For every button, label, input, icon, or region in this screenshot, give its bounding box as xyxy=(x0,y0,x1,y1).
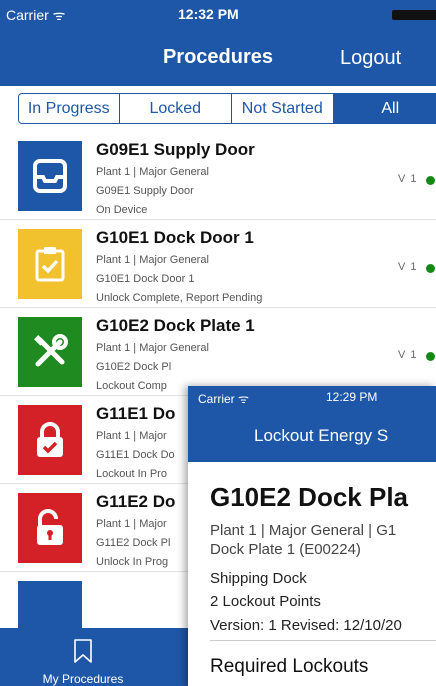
procedure-description: G09E1 Supply Door xyxy=(96,185,194,197)
bookmark-icon xyxy=(74,639,92,663)
procedure-plant: Plant 1 | Major General xyxy=(96,254,209,266)
procedure-tile xyxy=(18,493,82,563)
battery-icon xyxy=(392,10,436,20)
procedure-tile xyxy=(18,317,82,387)
tab-label: My Procedures xyxy=(42,672,124,686)
procedure-version: V 1 xyxy=(398,349,418,361)
filter-bar: In Progress Locked Not Started All xyxy=(0,86,436,132)
procedure-description: G10E1 Dock Door 1 xyxy=(96,273,195,285)
procedure-status: Lockout Comp xyxy=(96,380,167,392)
sync-status-dot xyxy=(426,264,435,273)
procedure-tile xyxy=(18,405,82,475)
filter-all[interactable]: All xyxy=(333,94,436,123)
procedure-description: G11E1 Dock Do xyxy=(96,449,175,461)
sync-status-dot xyxy=(426,176,435,185)
detail-divider xyxy=(210,640,436,641)
procedure-detail-panel: Carrier ᯤ 12:29 PM Lockout Energy S G10E… xyxy=(188,386,436,686)
detail-location: Shipping Dock xyxy=(210,570,307,587)
detail-plant-line: Plant 1 | Major General | G1 xyxy=(210,522,397,539)
procedure-description: G11E2 Dock Pl xyxy=(96,537,171,549)
procedure-plant: Plant 1 | Major General xyxy=(96,342,209,354)
detail-status-bar: Carrier ᯤ 12:29 PM xyxy=(188,386,436,410)
procedure-title: G11E1 Do xyxy=(96,404,176,423)
clipboard-check-icon xyxy=(35,247,65,282)
carrier-label: Carrier ᯤ xyxy=(6,7,66,23)
tab-my-procedures[interactable]: My Procedures xyxy=(0,628,188,686)
filter-in-progress[interactable]: In Progress xyxy=(19,94,120,123)
detail-carrier-label: Carrier ᯤ xyxy=(198,392,249,406)
sync-status-dot xyxy=(426,352,435,361)
status-bar: Carrier ᯤ 12:32 PM xyxy=(0,0,436,30)
detail-nav-title: Lockout Energy S xyxy=(254,426,389,445)
procedure-plant: Plant 1 | Major General xyxy=(96,166,209,178)
procedure-status: Unlock Complete, Report Pending xyxy=(96,292,263,304)
required-lockouts-heading: Required Lockouts xyxy=(210,656,369,677)
lock-check-icon xyxy=(37,422,63,457)
procedure-tile xyxy=(18,581,82,628)
detail-nav-bar: Lockout Energy S xyxy=(188,410,436,462)
procedure-title: G11E2 Do xyxy=(96,492,176,511)
procedure-status: Lockout In Pro xyxy=(96,468,167,480)
procedure-description: G10E2 Dock Pl xyxy=(96,361,172,373)
procedure-plant: Plant 1 | Major xyxy=(96,518,167,530)
detail-title: G10E2 Dock Pla xyxy=(210,482,408,512)
status-time: 12:32 PM xyxy=(178,6,239,22)
procedure-tile xyxy=(18,229,82,299)
procedure-status: On Device xyxy=(96,204,148,216)
procedure-status: Unlock In Prog xyxy=(96,556,169,568)
procedure-title: G09E1 Supply Door xyxy=(96,140,255,159)
procedure-row[interactable]: G10E1 Dock Door 1 Plant 1 | Major Genera… xyxy=(0,220,436,308)
unlock-icon xyxy=(37,509,63,545)
detail-equipment-line: Dock Plate 1 (E00224) xyxy=(210,541,361,558)
nav-bar: Procedures Logout xyxy=(0,30,436,86)
device-icon xyxy=(33,159,67,193)
procedure-row[interactable]: G10E2 Dock Plate 1 Plant 1 | Major Gener… xyxy=(0,308,436,396)
procedure-title: G10E1 Dock Door 1 xyxy=(96,228,254,247)
filter-segmented-control: In Progress Locked Not Started All xyxy=(18,93,436,124)
detail-status-time: 12:29 PM xyxy=(326,390,378,404)
procedure-tile xyxy=(18,141,82,211)
procedure-title: G10E2 Dock Plate 1 xyxy=(96,316,255,335)
procedure-version: V 1 xyxy=(398,173,418,185)
filter-not-started[interactable]: Not Started xyxy=(232,94,334,123)
detail-version: Version: 1 Revised: 12/10/20 xyxy=(210,617,402,634)
logout-button[interactable]: Logout xyxy=(340,47,401,70)
detail-lockout-points: 2 Lockout Points xyxy=(210,593,321,610)
procedure-version: V 1 xyxy=(398,261,418,273)
tools-icon xyxy=(34,334,68,367)
filter-locked[interactable]: Locked xyxy=(120,94,232,123)
procedure-plant: Plant 1 | Major xyxy=(96,430,167,442)
procedure-row[interactable]: G09E1 Supply Door Plant 1 | Major Genera… xyxy=(0,132,436,220)
